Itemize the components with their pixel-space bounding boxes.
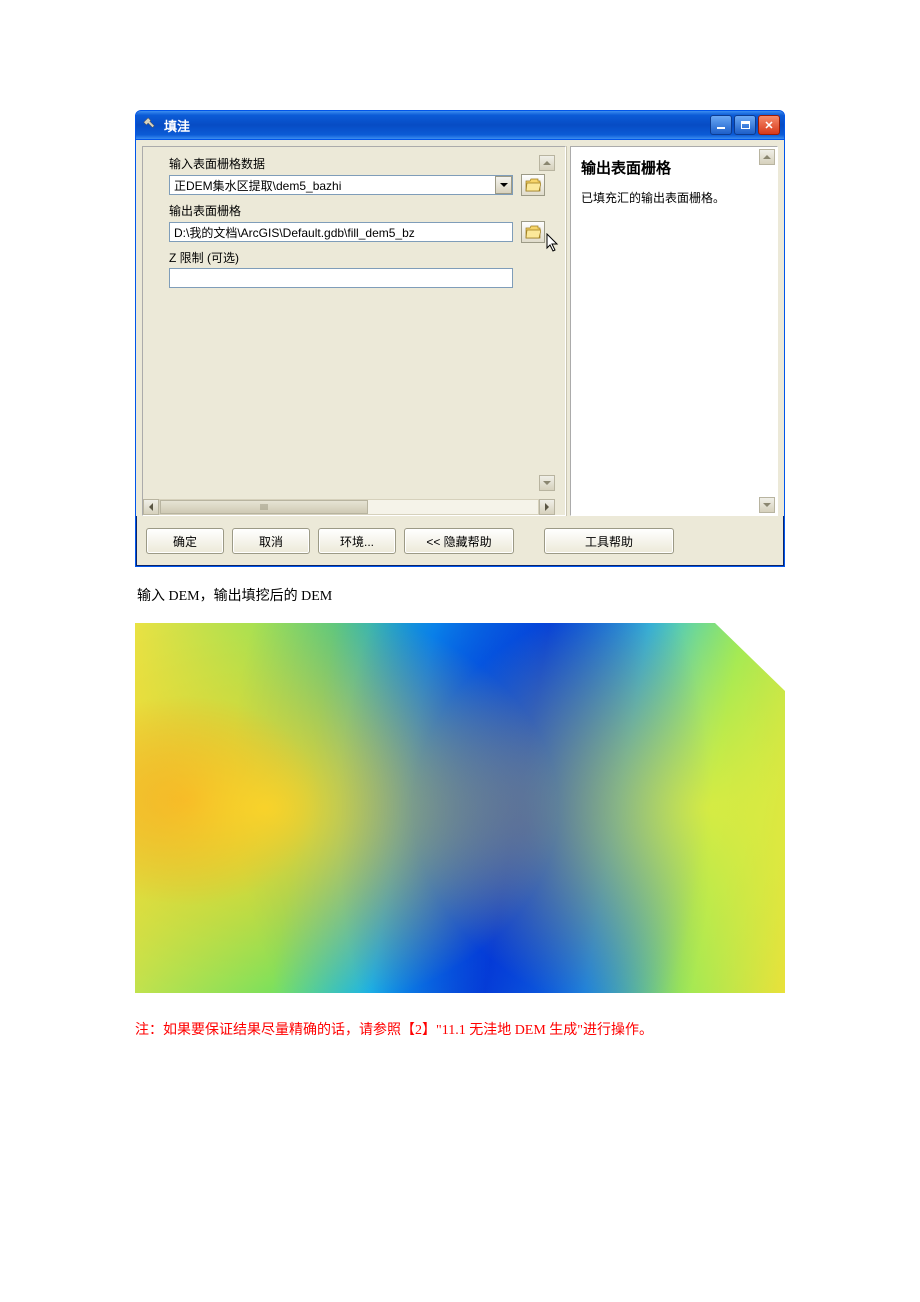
window-controls: ✕ — [710, 115, 780, 135]
input-raster-label: 输入表面栅格数据 — [169, 155, 545, 172]
hscroll-track[interactable] — [159, 499, 539, 515]
help-body: 已填充汇的输出表面栅格。 — [581, 190, 767, 206]
hscrollbar[interactable] — [143, 499, 555, 515]
dem-output-image — [135, 623, 785, 993]
help-vscroll-up[interactable] — [759, 149, 775, 165]
folder-icon — [525, 225, 541, 239]
vscroll-up-button[interactable] — [539, 155, 555, 171]
tool-help-button[interactable]: 工具帮助 — [544, 528, 674, 554]
output-raster-field[interactable] — [169, 222, 513, 242]
hscroll-thumb[interactable] — [160, 500, 368, 514]
help-vscroll-down[interactable] — [759, 497, 775, 513]
zlimit-label: Z 限制 (可选) — [169, 249, 545, 266]
ok-button[interactable]: 确定 — [146, 528, 224, 554]
environments-button[interactable]: 环境... — [318, 528, 396, 554]
button-bar: 确定 取消 环境... << 隐藏帮助 工具帮助 — [136, 516, 784, 566]
input-dropdown-button[interactable] — [495, 176, 512, 194]
maximize-button[interactable] — [734, 115, 756, 135]
input-raster-combo[interactable] — [169, 175, 513, 195]
cancel-button[interactable]: 取消 — [232, 528, 310, 554]
input-raster-field[interactable] — [169, 175, 513, 195]
hide-help-button[interactable]: << 隐藏帮助 — [404, 528, 514, 554]
output-browse-button[interactable] — [521, 221, 545, 243]
folder-icon — [525, 178, 541, 192]
hammer-icon — [142, 117, 158, 133]
form-area: 输入表面栅格数据 输出表面栅格 — [142, 146, 566, 516]
zlimit-field[interactable] — [169, 268, 513, 288]
hscroll-left-button[interactable] — [143, 499, 159, 515]
minimize-button[interactable] — [710, 115, 732, 135]
close-button[interactable]: ✕ — [758, 115, 780, 135]
vscroll-down-button[interactable] — [539, 475, 555, 491]
help-title: 输出表面栅格 — [581, 157, 767, 178]
window-title: 填洼 — [164, 116, 710, 135]
input-browse-button[interactable] — [521, 174, 545, 196]
fill-tool-window: 填洼 ✕ 输入表面栅格数据 — [135, 110, 785, 567]
cursor-icon — [545, 233, 561, 253]
titlebar[interactable]: 填洼 ✕ — [136, 111, 784, 139]
output-raster-label: 输出表面栅格 — [169, 202, 545, 219]
footnote: 注：如果要保证结果尽量精确的话，请参照【2】"11.1 无洼地 DEM 生成"进… — [135, 1019, 785, 1039]
hscroll-right-button[interactable] — [539, 499, 555, 515]
caption-text: 输入 DEM，输出填挖后的 DEM — [137, 585, 785, 605]
help-panel: 输出表面栅格 已填充汇的输出表面栅格。 — [570, 146, 778, 516]
